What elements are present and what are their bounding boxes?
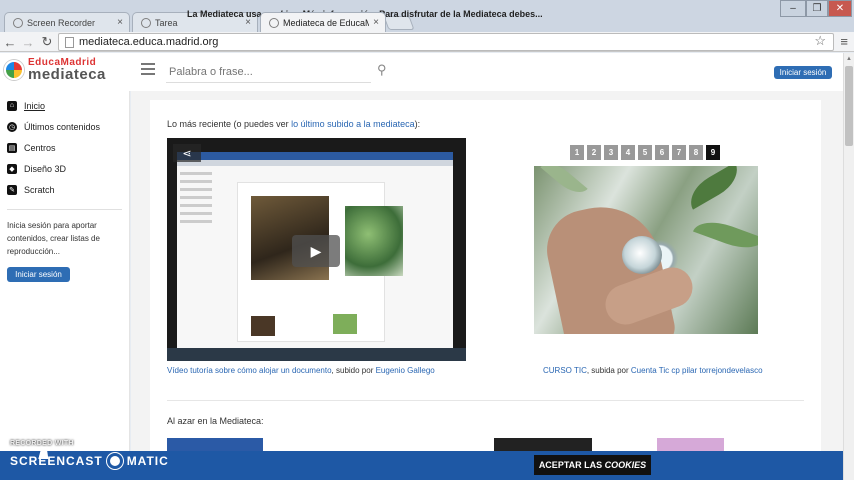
restore-button[interactable]: ❐ [806,0,828,17]
sidebar-item-scratch[interactable]: ✎ Scratch [0,179,129,200]
accept-cookies-button[interactable]: ACEPTAR LAS COOKIES [534,455,651,475]
home-icon: ⌂ [7,100,17,111]
close-tab-icon[interactable]: × [117,17,123,28]
watermark-brand-right: MATIC [126,454,169,468]
page-button-active[interactable]: 9 [706,145,720,160]
sidebar-info-text: Inicia sesión para aportar contenidos, c… [7,221,100,256]
random-thumbnail[interactable] [657,438,724,452]
screencast-logo-icon [106,453,123,469]
scroll-up-icon[interactable]: ▲ [845,55,853,63]
site-header: EducaMadrid mediateca ⚲ Iniciar sesión [0,53,843,91]
random-heading: Al azar en la Mediateca: [167,416,264,426]
logo-mark-icon [4,59,24,80]
sidebar-item-label: Scratch [24,184,55,195]
random-thumbnail[interactable] [494,438,592,452]
sidebar: ⌂ Inicio ◷ Últimos contenidos ▤ Centros … [0,91,130,480]
page-icon [65,36,74,48]
educamadrid-logo[interactable]: EducaMadrid mediateca [4,57,106,82]
page-icon [13,17,23,28]
header-login-button[interactable]: Iniciar sesión [774,66,832,79]
page-button[interactable]: 2 [587,145,601,160]
watermark-recorded-text: RECORDED WITH [10,440,74,447]
photo-title-link[interactable]: CURSO TIC [543,366,587,375]
url-text: mediateca.educa.madrid.org [79,36,219,48]
forward-arrow-icon[interactable]: → [19,33,37,51]
recent-heading: Lo más reciente (o puedes ver lo último … [167,119,420,129]
scrollbar-thumb[interactable] [845,66,853,146]
cookie-text-end: . Para disfrutar de la Mediateca debes..… [374,9,543,19]
tab-mediateca[interactable]: Mediateca de EducaMadr × [260,12,386,32]
page-button[interactable]: 8 [689,145,703,160]
watermark-brand-left: SCREENCAST [10,454,103,468]
sidebar-item-label: Diseño 3D [24,163,67,174]
accept-label: ACEPTAR LAS [538,460,603,470]
close-window-button[interactable]: ✕ [828,0,852,17]
video-frame-thumbnail [333,314,357,334]
page-button[interactable]: 7 [672,145,686,160]
browser-menu-icon[interactable]: ≡ [840,34,848,49]
tab-label: Mediateca de EducaMadr [283,17,370,28]
sidebar-item-diseno-3d[interactable]: ◆ Diseño 3D [0,158,129,179]
sidebar-divider [7,209,122,210]
caption-mid-text: , subida por [586,366,631,375]
sidebar-login-button[interactable]: Iniciar sesión [7,267,70,282]
sidebar-item-label: Inicio [24,100,46,111]
photo-caption: CURSO TIC, subida por Cuenta Tic cp pila… [543,366,763,375]
featured-photo[interactable] [534,166,758,334]
sidebar-item-centros[interactable]: ▤ Centros [0,137,129,158]
recent-prefix: Lo más reciente (o puedes ver [167,119,292,129]
recent-suffix: ): [414,119,421,129]
video-frame-thumbnail [345,206,403,276]
bookmark-star-icon[interactable]: ☆ [814,33,826,49]
page-button[interactable]: 1 [570,145,584,160]
section-divider [167,400,804,401]
page-button[interactable]: 5 [638,145,652,160]
page-button[interactable]: 6 [655,145,669,160]
browser-toolbar: ← → ↻ mediateca.educa.madrid.org ☆ ≡ [0,32,854,52]
cookie-text-start: La Mediateca usa [187,9,265,19]
school-icon: ▤ [7,142,17,153]
search-icon[interactable]: ⚲ [377,62,387,78]
minimize-button[interactable]: – [780,0,806,17]
page-button[interactable]: 3 [604,145,618,160]
sidebar-item-ultimos[interactable]: ◷ Últimos contenidos [0,116,129,137]
latest-uploads-link[interactable]: lo último subido a la mediateca [291,119,415,129]
video-player[interactable]: ⋖ ▶ [167,138,466,361]
tab-screen-recorder[interactable]: Screen Recorder × [4,12,130,32]
sidebar-item-label: Últimos contenidos [24,121,101,132]
page-button[interactable]: 4 [621,145,635,160]
photo-author-link[interactable]: Cuenta Tic cp pilar torrejondevelasco [631,366,763,375]
clock-icon: ◷ [7,121,17,132]
video-frame-thumbnail [251,316,275,336]
sidebar-item-inicio[interactable]: ⌂ Inicio [0,95,129,116]
photo-lens [622,236,662,274]
screencast-watermark: RECORDED WITH SCREENCAST MATIC [10,440,169,469]
scratch-icon: ✎ [7,184,17,195]
video-frame-taskbar [167,348,466,361]
hamburger-menu-icon[interactable] [141,63,155,75]
close-tab-icon[interactable]: × [373,17,379,28]
globe-icon [269,17,279,28]
address-bar[interactable]: mediateca.educa.madrid.org [58,33,834,51]
globe-icon [141,17,151,28]
play-icon[interactable]: ▶ [292,235,340,267]
cube-icon: ◆ [7,163,17,174]
watermark-brand: SCREENCAST MATIC [10,453,169,469]
caption-mid-text: , subido por [331,366,376,375]
video-title-link[interactable]: Vídeo tutoría sobre cómo alojar un docum… [167,366,332,375]
carousel-pager: 1 2 3 4 5 6 7 8 9 [570,145,720,160]
accept-label-em: COOKIES [604,460,647,470]
share-icon[interactable]: ⋖ [173,144,201,162]
logo-bottom-text: mediateca [28,66,106,83]
tab-label: Screen Recorder [27,17,96,28]
tab-label: Tarea [155,17,178,28]
back-arrow-icon[interactable]: ← [1,33,19,51]
video-author-link[interactable]: Eugenio Gallego [376,366,435,375]
search-input[interactable] [166,61,371,83]
sidebar-item-label: Centros [24,142,56,153]
reload-icon[interactable]: ↻ [38,33,56,51]
random-thumbnail[interactable] [167,438,263,452]
video-caption: Vídeo tutoría sobre cómo alojar un docum… [167,366,435,375]
